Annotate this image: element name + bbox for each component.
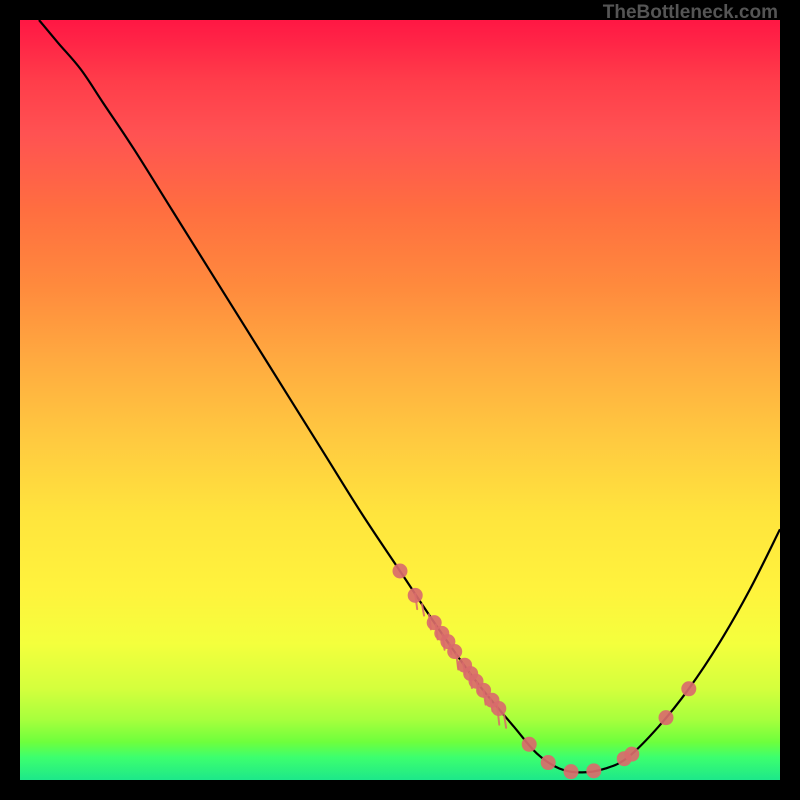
chart-plot-area (20, 20, 780, 780)
scatter-point (491, 701, 506, 716)
scatter-point (659, 710, 674, 725)
scatter-point (564, 764, 579, 779)
scatter-point (522, 737, 537, 752)
bottleneck-curve (39, 20, 780, 772)
scatter-point (681, 681, 696, 696)
chart-svg-overlay (20, 20, 780, 780)
scatter-point (447, 644, 462, 659)
scatter-point (541, 755, 556, 770)
watermark-text: TheBottleneck.com (603, 2, 778, 24)
scatter-point (624, 747, 639, 762)
scatter-points (393, 564, 697, 780)
scatter-point (586, 763, 601, 778)
scatter-point (393, 564, 408, 579)
scatter-point (408, 588, 423, 603)
